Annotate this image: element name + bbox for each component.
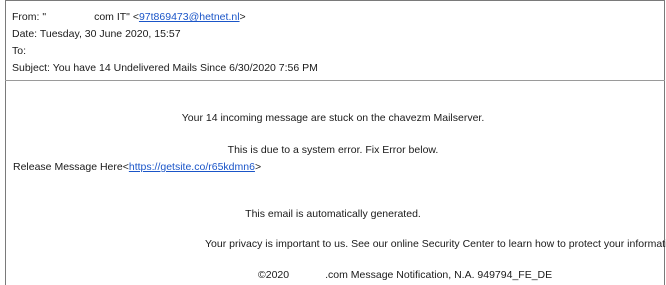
from-name-prefix: " [42, 11, 47, 23]
from-label: From: [12, 11, 40, 23]
subject-row: Subject: You have 14 Undelivered Mails S… [12, 60, 318, 77]
header-divider [5, 80, 665, 81]
from-email-close: > [239, 11, 246, 23]
release-close: > [254, 161, 262, 173]
date-label: Date: [12, 28, 38, 40]
privacy-notice-text: Your privacy is important to us. See our… [205, 238, 666, 250]
release-label: Release Message Here< [13, 161, 129, 173]
release-link[interactable]: https://getsite.co/r65kdmn6 [129, 161, 255, 173]
release-message-line: Release Message Here<https://getsite.co/… [13, 160, 261, 174]
to-label: To: [12, 45, 27, 57]
subject-label: Subject: [12, 62, 50, 74]
stuck-message-text: Your 14 incoming message are stuck on th… [181, 112, 485, 124]
footer-text: .com Message Notification, N.A. 949794_F… [325, 269, 553, 281]
date-row: Date: Tuesday, 30 June 2020, 15:57 [12, 26, 318, 43]
to-row: To: [12, 43, 318, 60]
email-header: From: " com IT" <97t869473@hetnet.nl> Dat… [12, 9, 318, 77]
date-value: Tuesday, 30 June 2020, 15:57 [39, 28, 181, 40]
footer-copyright: ©2020 [258, 269, 290, 281]
subject-value: You have 14 Undelivered Mails Since 6/30… [52, 62, 318, 74]
system-error-text: This is due to a system error. Fix Error… [227, 144, 439, 156]
from-row: From: " com IT" <97t869473@hetnet.nl> [12, 9, 318, 26]
footer-notification: ©2020 .com Message Notification, N.A. 949… [258, 268, 552, 282]
from-name-suffix: com IT" [94, 11, 130, 23]
auto-generated-text: This email is automatically generated. [245, 208, 421, 220]
from-email-link[interactable]: 97t869473@hetnet.nl [139, 11, 240, 23]
